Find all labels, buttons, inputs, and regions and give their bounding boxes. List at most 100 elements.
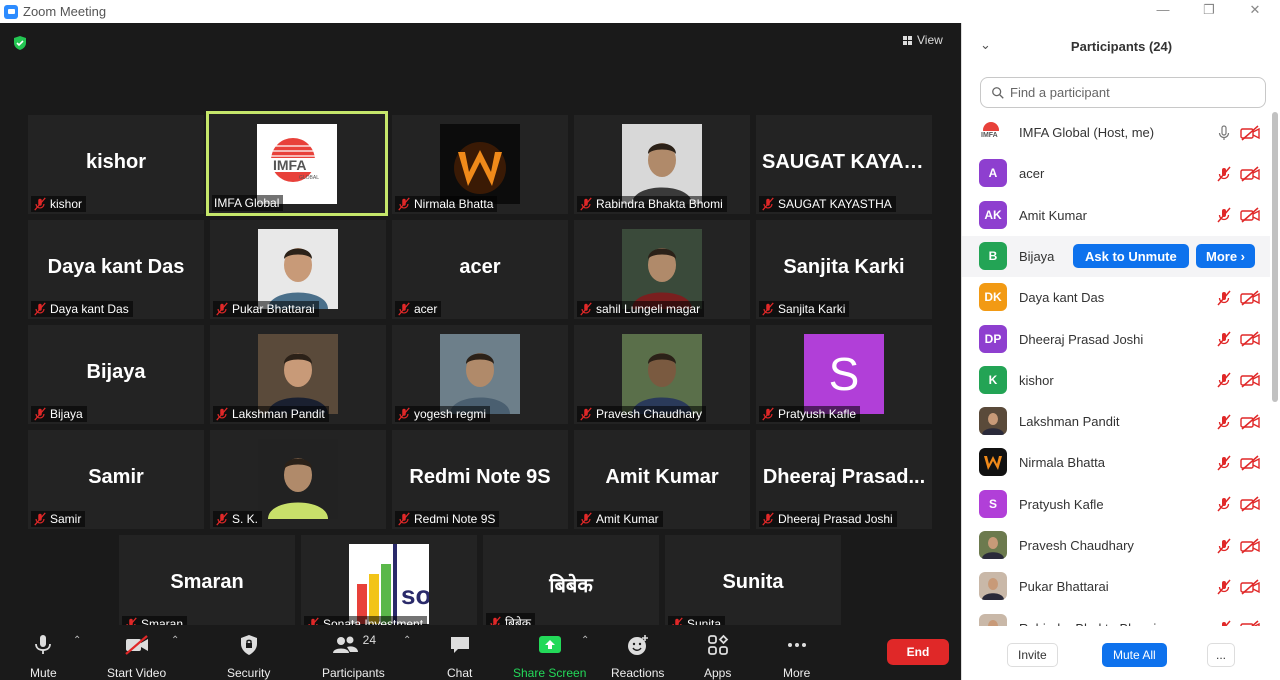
participant-tile-bibek[interactable]: बिबेक बिबेक	[483, 535, 659, 634]
mute-options-caret[interactable]: ⌃	[73, 635, 81, 646]
tile-name-label: Pratyush Kafle	[759, 406, 861, 422]
microphone-icon[interactable]	[1216, 124, 1232, 141]
minimize-icon[interactable]: —	[1148, 2, 1178, 17]
mute-all-button[interactable]: Mute All	[1102, 643, 1167, 667]
view-button[interactable]: View	[903, 33, 943, 47]
tile-display-name: Amit Kumar	[605, 466, 719, 488]
participant-tile-acer[interactable]: acer acer	[392, 220, 568, 319]
video-off-icon	[124, 635, 148, 655]
participant-avatar: DK	[979, 283, 1007, 312]
meeting-toolbar: Mute ⌃ Start Video ⌃ Security 24 Partici…	[0, 625, 960, 680]
muted-mic-icon	[398, 512, 410, 526]
muted-mic-icon	[762, 512, 774, 526]
end-meeting-button[interactable]: End	[887, 639, 949, 665]
participant-tile-sonata[interactable]: so Sonata Investment	[301, 535, 477, 634]
encryption-shield-icon[interactable]	[12, 35, 28, 51]
participant-row[interactable]: DK Daya kant Das	[962, 277, 1270, 318]
tile-name-text: IMFA Global	[214, 196, 280, 210]
tile-display-name: Sunita	[722, 571, 784, 593]
start-video-button[interactable]: Start Video	[107, 633, 166, 680]
mute-button[interactable]: Mute	[30, 633, 57, 680]
participant-row[interactable]: AK Amit Kumar	[962, 195, 1270, 236]
tile-display-name: acer	[459, 256, 501, 278]
tile-name-label: Dheeraj Prasad Joshi	[759, 511, 897, 527]
tile-name-label: Rabindra Bhakta Bhomi	[577, 196, 727, 212]
participants-options-caret[interactable]: ⌃	[403, 635, 411, 646]
participant-row[interactable]: Pukar Bhattarai	[962, 566, 1270, 607]
participant-avatar: DP	[979, 324, 1007, 353]
participant-row[interactable]: B Bijaya Ask to Unmute More ›	[962, 235, 1270, 277]
tile-name-label: Pukar Bhattarai	[213, 301, 319, 317]
participant-row[interactable]: Rabindra Bhakta Bhomi	[962, 608, 1270, 626]
tile-name-text: sahil Lungeli magar	[596, 302, 701, 316]
participant-search-input[interactable]	[1010, 85, 1250, 100]
participant-tile-saugat[interactable]: SAUGAT KAYAS... SAUGAT KAYASTHA	[756, 115, 932, 214]
security-button[interactable]: Security	[227, 633, 270, 680]
more-button[interactable]: More	[783, 633, 810, 680]
participant-row[interactable]: Pravesh Chaudhary	[962, 525, 1270, 566]
participant-tile-pratyush[interactable]: S Pratyush Kafle	[756, 325, 932, 424]
participant-tile-redmi[interactable]: Redmi Note 9S Redmi Note 9S	[392, 430, 568, 529]
tile-name-text: Bijaya	[50, 407, 83, 421]
ask-to-unmute-button[interactable]: Ask to Unmute	[1073, 244, 1189, 269]
chat-button[interactable]: Chat	[447, 633, 472, 680]
share-screen-button[interactable]: Share Screen	[513, 633, 586, 680]
participant-tile-amit[interactable]: Amit Kumar Amit Kumar	[574, 430, 750, 529]
participant-row[interactable]: Aacer	[962, 153, 1270, 194]
participant-tile-rabindra[interactable]: Rabindra Bhakta Bhomi	[574, 115, 750, 214]
participants-button[interactable]: 24 Participants	[322, 633, 385, 680]
participant-photo	[258, 334, 338, 414]
apps-button[interactable]: Apps	[704, 633, 731, 680]
participant-search-box[interactable]	[980, 77, 1266, 108]
participant-tile-lakshman[interactable]: Lakshman Pandit	[210, 325, 386, 424]
search-icon	[992, 86, 1004, 99]
imfa-logo-image: IMFA GLOBAL	[257, 124, 337, 204]
tile-display-name: Bijaya	[86, 361, 146, 383]
tile-name-label: Bijaya	[31, 406, 87, 422]
participant-more-button[interactable]: More ›	[1196, 244, 1255, 269]
participant-row[interactable]: Nirmala Bhatta	[962, 442, 1270, 483]
tile-name-text: Pratyush Kafle	[778, 407, 857, 421]
chat-bubble-icon	[450, 637, 469, 653]
participant-row[interactable]: Lakshman Pandit	[962, 401, 1270, 442]
close-icon[interactable]: ✕	[1240, 2, 1270, 18]
muted-mic-icon	[762, 407, 774, 421]
tile-name-label: yogesh regmi	[395, 406, 491, 422]
participant-list-scrollbar[interactable]	[1272, 112, 1278, 402]
video-off-icon	[1240, 166, 1260, 182]
participant-avatar: IMFA	[979, 118, 1007, 146]
participant-row[interactable]: S Pratyush Kafle	[962, 484, 1270, 525]
participant-tile-imfa[interactable]: IMFA GLOBAL IMFA Global	[206, 111, 388, 216]
share-options-caret[interactable]: ⌃	[581, 635, 589, 646]
participant-avatar	[979, 448, 1007, 477]
participant-tile-sanjita[interactable]: Sanjita Karki Sanjita Karki	[756, 220, 932, 319]
participant-tile-dheeraj[interactable]: Dheeraj Prasad... Dheeraj Prasad Joshi	[756, 430, 932, 529]
participant-tile-pukar[interactable]: Pukar Bhattarai	[210, 220, 386, 319]
tile-name-label: sahil Lungeli magar	[577, 301, 705, 317]
reactions-button[interactable]: Reactions	[611, 633, 664, 680]
video-options-caret[interactable]: ⌃	[171, 635, 179, 646]
participant-tile-bijaya[interactable]: Bijaya Bijaya	[28, 325, 204, 424]
participant-tile-yogesh[interactable]: yogesh regmi	[392, 325, 568, 424]
tile-name-text: acer	[414, 302, 438, 316]
panel-more-options-button[interactable]: ...	[1207, 643, 1236, 667]
participant-row[interactable]: IMFA IMFA Global (Host, me)	[962, 112, 1270, 153]
participant-avatar	[979, 407, 1007, 436]
participant-tile-samir[interactable]: Samir Samir	[28, 430, 204, 529]
participant-tile-pravesh[interactable]: Pravesh Chaudhary	[574, 325, 750, 424]
participant-tile-sk[interactable]: S. K.	[210, 430, 386, 529]
restore-icon[interactable]: ❐	[1194, 2, 1224, 18]
letter-avatar: S	[804, 334, 884, 414]
participants-icon	[332, 636, 358, 653]
invite-button[interactable]: Invite	[1007, 643, 1058, 667]
participant-tile-nirmala[interactable]: Nirmala Bhatta	[392, 115, 568, 214]
participant-row[interactable]: DP Dheeraj Prasad Joshi	[962, 319, 1270, 360]
participant-tile-sahil[interactable]: sahil Lungeli magar	[574, 220, 750, 319]
participant-tile-sunita[interactable]: Sunita Sunita	[665, 535, 841, 634]
participant-tile-smaran[interactable]: Smaran Smaran	[119, 535, 295, 634]
participant-tile-daya[interactable]: Daya kant Das Daya kant Das	[28, 220, 204, 319]
participant-tile-kishor[interactable]: kishor kishor	[28, 115, 204, 214]
participant-name: kishor	[1019, 372, 1054, 388]
participant-avatar: K	[979, 365, 1007, 394]
participant-row[interactable]: Kkishor	[962, 360, 1270, 401]
